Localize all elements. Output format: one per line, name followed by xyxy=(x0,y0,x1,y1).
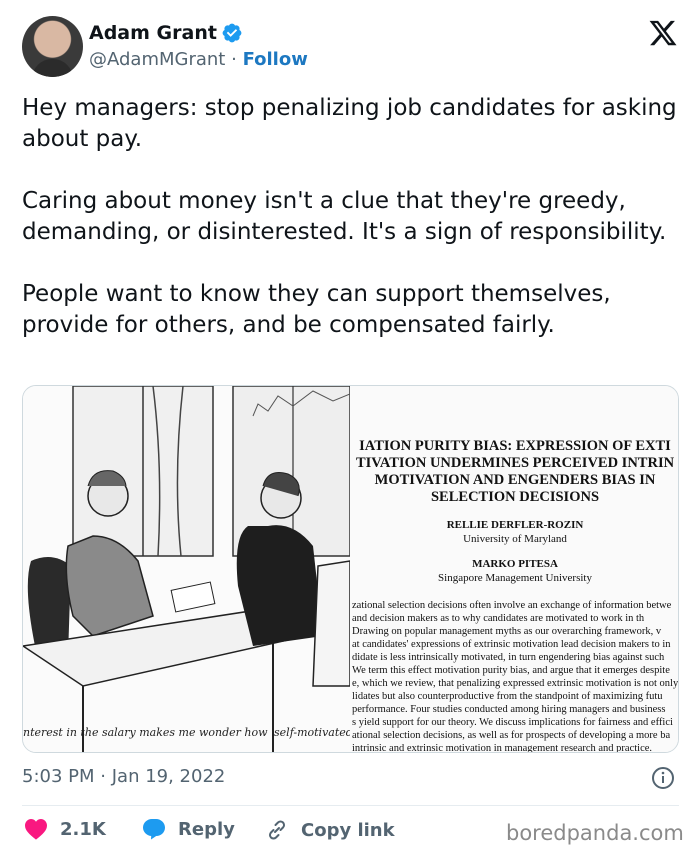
paper-excerpt: IATION PURITY BIAS: EXPRESSION OF EXTI T… xyxy=(350,386,678,752)
abstract-line: zational selection decisions often invol… xyxy=(352,600,672,611)
x-logo-icon[interactable] xyxy=(648,18,678,48)
timestamp-date: Jan 19, 2022 xyxy=(111,766,226,787)
reply-bubble-icon xyxy=(143,819,165,840)
watermark: boredpanda.com xyxy=(506,821,684,845)
abstract-line: didate is less intrinsically motivated, … xyxy=(352,652,665,663)
paper-affiliation-1: University of Maryland xyxy=(463,533,567,545)
paper-author-2: MARKO PITESA xyxy=(472,558,558,570)
tweet-body: Hey managers: stop penalizing job candid… xyxy=(22,93,682,372)
like-button[interactable]: 2.1K xyxy=(24,818,106,840)
divider xyxy=(22,805,679,806)
tweet-paragraph: Hey managers: stop penalizing job candid… xyxy=(22,95,677,152)
abstract-line: and decision makers as to why candidates… xyxy=(352,613,645,624)
tweet-paragraph: Caring about money isn't a clue that the… xyxy=(22,188,667,245)
info-icon[interactable] xyxy=(651,766,675,790)
paper-affiliation-2: Singapore Management University xyxy=(438,572,592,584)
abstract-line: intrinsic and extrinsic motivation in ma… xyxy=(352,743,653,752)
author-avatar[interactable] xyxy=(22,16,83,77)
paper-title-line: MOTIVATION AND ENGENDERS BIAS IN xyxy=(374,472,656,488)
verified-badge-icon xyxy=(222,23,242,43)
tweet-header: Adam Grant @AdamMGrant · Follow xyxy=(22,16,682,78)
reply-label: Reply xyxy=(178,818,235,840)
tweet-paragraph: People want to know they can support the… xyxy=(22,281,611,338)
like-count: 2.1K xyxy=(60,818,106,840)
copy-link-button[interactable]: Copy link xyxy=(265,818,395,842)
tweet-timestamp[interactable]: 5:03 PM · Jan 19, 2022 xyxy=(22,766,225,787)
paper-title-line: SELECTION DECISIONS xyxy=(430,489,600,505)
abstract-line: performance. Four studies conducted amon… xyxy=(352,704,666,715)
abstract-line: We term this effect motivation purity bi… xyxy=(352,665,670,676)
abstract-line: Drawing on popular management myths as o… xyxy=(352,626,662,637)
handle-separator: · xyxy=(231,49,237,70)
paper-abstract: zational selection decisions often invol… xyxy=(352,599,678,752)
timestamp-time: 5:03 PM xyxy=(22,766,95,787)
abstract-line: s yield support for our theory. We discu… xyxy=(352,717,673,728)
author-handle-row: @AdamMGrant · Follow xyxy=(89,49,308,70)
author-handle[interactable]: @AdamMGrant xyxy=(89,49,225,70)
tweet-media[interactable]: nterest in the salary makes me wonder ho… xyxy=(22,385,679,753)
paper-title-line: TIVATION UNDERMINES PERCEIVED INTRIN xyxy=(355,455,675,471)
paper-author-1: RELLIE DERFLER-ROZIN xyxy=(446,519,584,531)
cartoon-caption: nterest in the salary makes me wonder ho… xyxy=(23,726,350,739)
abstract-line: at candidates' expressions of extrinsic … xyxy=(352,639,671,650)
abstract-line: e, which we review, that penalizing expr… xyxy=(352,678,678,689)
paper-title: IATION PURITY BIAS: EXPRESSION OF EXTI T… xyxy=(350,438,678,506)
paper-title-line: IATION PURITY BIAS: EXPRESSION OF EXTI xyxy=(359,438,671,454)
heart-icon xyxy=(25,819,47,840)
reply-button[interactable]: Reply xyxy=(142,818,235,840)
author-name[interactable]: Adam Grant xyxy=(89,22,217,44)
follow-button[interactable]: Follow xyxy=(243,49,308,70)
abstract-line: lidates but also counterproductive from … xyxy=(352,691,663,702)
timestamp-separator: · xyxy=(100,766,106,787)
copy-link-label: Copy link xyxy=(301,819,395,841)
cartoon-image: nterest in the salary makes me wonder ho… xyxy=(23,386,350,752)
cartoon-drawing xyxy=(23,386,350,752)
link-icon xyxy=(268,820,286,840)
abstract-line: ational selection decisions, as well as … xyxy=(352,730,671,741)
